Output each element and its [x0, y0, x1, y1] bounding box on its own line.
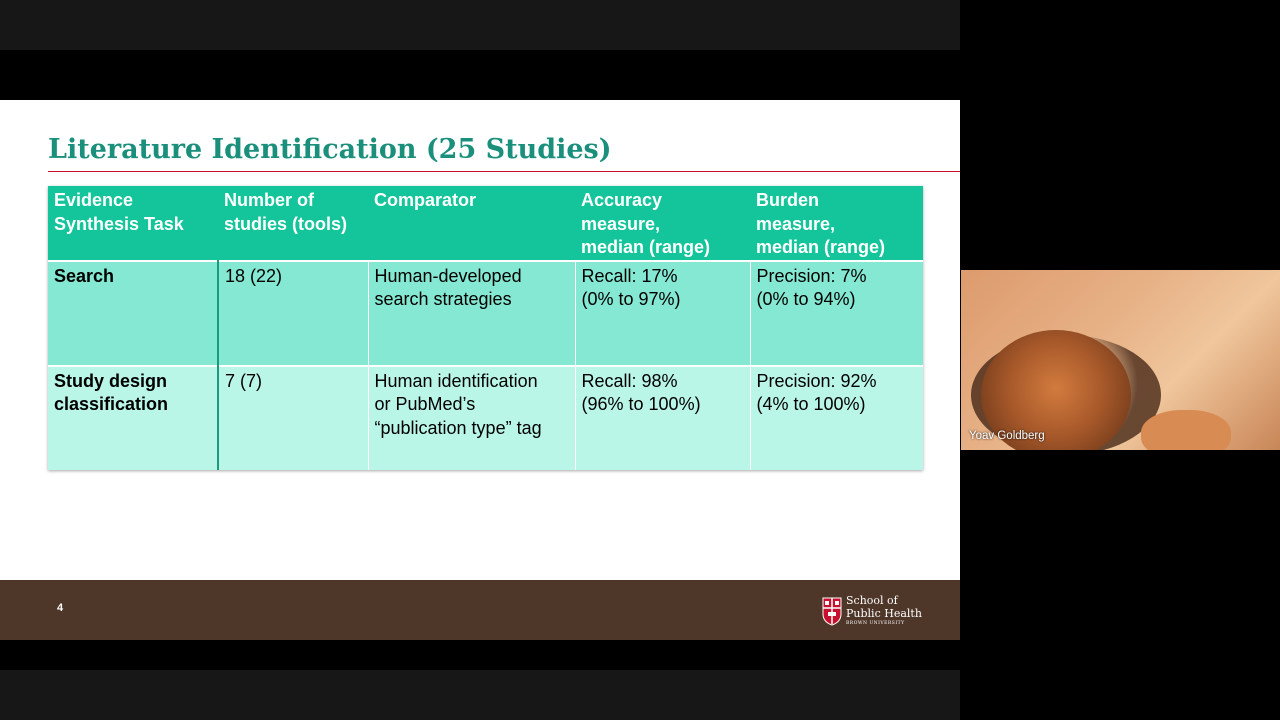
- slide-page-number: 4: [57, 602, 64, 614]
- table-cell-burden: Precision: 7% (0% to 94%): [749, 260, 923, 366]
- evidence-table: Evidence Synthesis Task Number of studie…: [48, 186, 923, 470]
- table-cell-task: Study design classification: [48, 365, 219, 470]
- table-header-row: Evidence Synthesis Task Number of studie…: [48, 186, 923, 261]
- header-accuracy-measure: Accuracy measure, median (range): [575, 186, 750, 261]
- header-burden-measure: Burden measure, median (range): [750, 186, 923, 261]
- shield-icon: [822, 597, 842, 626]
- shared-slide: Literature Identification (25 Studies) E…: [0, 100, 960, 640]
- top-black-bar: [0, 0, 960, 50]
- bottom-black-bar: [0, 670, 960, 720]
- participant-name-label: Yoav Goldberg: [969, 430, 1045, 442]
- table-cell-comparator: Human-developed search strategies: [367, 260, 575, 366]
- table-row: Search 18 (22) Human-developed search st…: [48, 260, 923, 366]
- participant-video-tile[interactable]: Yoav Goldberg: [961, 270, 1280, 450]
- table-cell-accuracy: Recall: 17% (0% to 97%): [574, 260, 750, 366]
- table-row: Study design classification 7 (7) Human …: [48, 365, 923, 470]
- header-comparator: Comparator: [368, 186, 575, 261]
- header-number-of-studies: Number of studies (tools): [218, 186, 368, 261]
- table-cell-studies: 7 (7): [217, 365, 368, 470]
- title-divider: [48, 171, 960, 172]
- logo-line3: BROWN UNIVERSITY: [846, 621, 905, 626]
- table-cell-burden: Precision: 92% (4% to 100%): [749, 365, 923, 470]
- table-cell-accuracy: Recall: 98% (96% to 100%): [574, 365, 750, 470]
- task-label: Study design classification: [54, 370, 169, 415]
- table-cell-studies: 18 (22): [217, 260, 368, 366]
- logo-line1: School of: [846, 594, 898, 607]
- slide-title: Literature Identification (25 Studies): [48, 134, 612, 165]
- school-logo: School of Public Health BROWN UNIVERSITY: [822, 592, 922, 632]
- slide-footer: 4 School of Public Health BROWN UNIVERSI…: [0, 580, 960, 640]
- table-cell-task: Search: [48, 260, 219, 366]
- header-evidence-task: Evidence Synthesis Task: [48, 186, 218, 261]
- table-cell-comparator: Human identification or PubMed’s “public…: [367, 365, 575, 470]
- logo-text: School of Public Health BROWN UNIVERSITY: [846, 594, 922, 627]
- task-label: Search: [54, 265, 115, 286]
- logo-line2: Public Health: [846, 607, 922, 620]
- participant-hand: [1141, 410, 1231, 450]
